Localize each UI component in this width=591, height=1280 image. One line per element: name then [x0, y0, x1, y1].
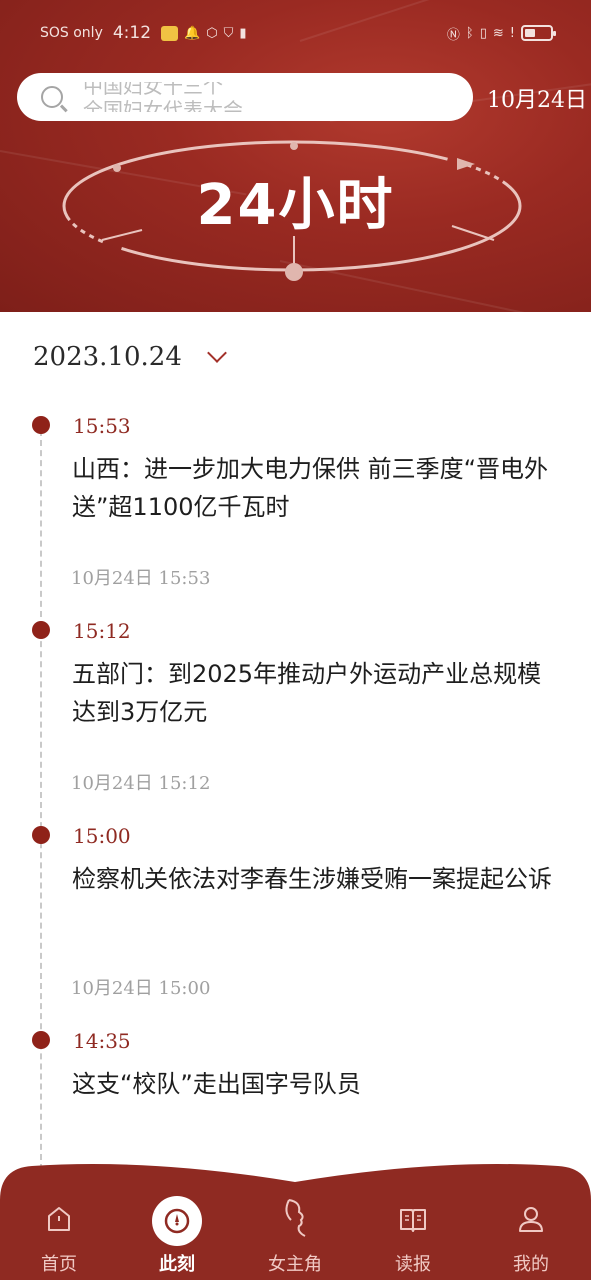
- news-title[interactable]: 这支“校队”走出国字号队员: [72, 1065, 562, 1103]
- wifi-icon: ≋: [492, 25, 504, 41]
- profile-silhouette-icon: [285, 1199, 306, 1237]
- bluetooth-icon: ᛒ: [465, 25, 474, 41]
- alert-icon: !: [509, 25, 515, 41]
- home-icon: [48, 1207, 70, 1231]
- timeline-dot: [32, 826, 50, 844]
- header-date: 10月24日: [487, 88, 587, 113]
- search-icon: [41, 86, 63, 108]
- sim-icon: ▮: [239, 25, 247, 41]
- header-banner: SOS only 4:12 🔔 ⬡ ⛉ ▮ Ⓝ ᛒ ▯ ≋ ! 中国妇女十三个 …: [0, 0, 591, 312]
- news-meta: 10月24日 15:00: [71, 978, 211, 999]
- newspaper-icon: [400, 1209, 426, 1232]
- nav-label: 读报: [395, 1254, 431, 1275]
- nav-newspaper[interactable]: 读报: [354, 1160, 472, 1280]
- user-icon: [519, 1207, 543, 1232]
- news-meta: 10月24日 15:12: [71, 773, 211, 794]
- search-placeholder: 全国妇女代表大会: [83, 98, 243, 112]
- nav-label: 首页: [41, 1254, 77, 1275]
- status-bar: SOS only 4:12 🔔 ⬡ ⛉ ▮ Ⓝ ᛒ ▯ ≋ !: [0, 0, 591, 66]
- news-time: 15:00: [73, 824, 131, 848]
- date-selector[interactable]: 2023.10.24: [33, 342, 227, 372]
- news-time: 15:12: [73, 619, 131, 643]
- battery-icon: [521, 25, 556, 41]
- timeline-dot: [32, 1031, 50, 1049]
- nav-label: 此刻: [159, 1254, 195, 1275]
- news-title[interactable]: 五部门：到2025年推动户外运动产业总规模达到3万亿元: [72, 655, 562, 731]
- bottom-nav: 首页 此刻 女主角 读报 我的: [0, 1160, 591, 1280]
- timeline-line: [40, 430, 42, 1170]
- chevron-down-icon[interactable]: [206, 343, 227, 363]
- vibrate-icon: ▯: [479, 25, 487, 41]
- shield-icon: ⬡: [206, 25, 218, 41]
- news-meta: 10月24日 15:53: [71, 568, 211, 589]
- compass-icon: [164, 1208, 190, 1234]
- clock: 4:12: [112, 23, 152, 43]
- nav-heroine[interactable]: 女主角: [236, 1160, 354, 1280]
- carrier-text: SOS only: [40, 25, 103, 41]
- notification-app-icon: [161, 25, 179, 41]
- search-input[interactable]: 中国妇女十三个 全国妇女代表大会: [17, 73, 473, 121]
- timeline-dot: [32, 621, 50, 639]
- news-time: 14:35: [73, 1029, 131, 1053]
- nav-label: 我的: [513, 1254, 549, 1275]
- nav-home[interactable]: 首页: [0, 1160, 118, 1280]
- nav-label: 女主角: [268, 1254, 322, 1275]
- nav-mine[interactable]: 我的: [472, 1160, 590, 1280]
- timeline-dot: [32, 416, 50, 434]
- news-title[interactable]: 山西：进一步加大电力保供 前三季度“晋电外送”超1100亿千瓦时: [72, 450, 562, 526]
- news-time: 15:53: [73, 414, 131, 438]
- nfc-icon: Ⓝ: [446, 27, 460, 43]
- nav-moment[interactable]: 此刻: [118, 1160, 236, 1280]
- security-icon: ⛉: [223, 25, 234, 41]
- bell-icon: 🔔: [184, 25, 201, 41]
- banner-title: 24小时: [196, 173, 395, 238]
- date-selector-value: 2023.10.24: [33, 342, 182, 372]
- news-title[interactable]: 检察机关依法对李春生涉嫌受贿一案提起公诉: [72, 860, 562, 898]
